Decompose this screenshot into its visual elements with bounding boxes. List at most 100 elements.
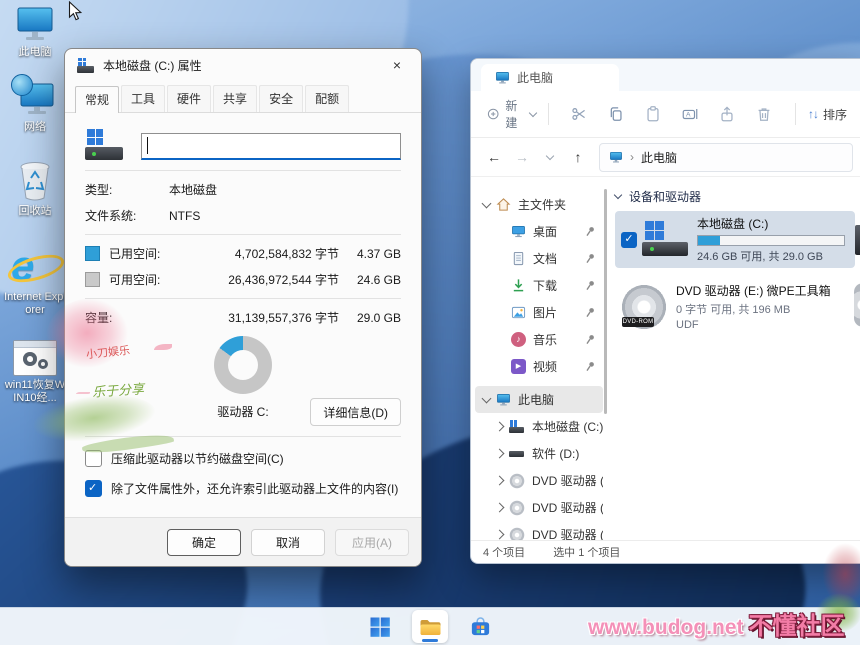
desktop-icon-win11-restore[interactable]: win11恢复WIN10经... — [4, 340, 66, 405]
sidebar-item-pictures[interactable]: 图片 — [475, 299, 603, 326]
sort-button-label: 排序 — [823, 106, 847, 123]
drive-item-local-disk-c[interactable]: ✓ 本地磁盘 (C:) 24.6 GB 可用, 共 29.0 GB — [615, 211, 855, 268]
sidebar-item-label: 主文件夹 — [518, 196, 566, 213]
compress-checkbox[interactable] — [85, 450, 102, 467]
forward-button[interactable]: → — [509, 144, 535, 170]
sidebar-item-dvd-f[interactable]: DVD 驱动器 (F:) — [475, 494, 603, 521]
sidebar-item-desktop[interactable]: 桌面 — [475, 218, 603, 245]
explorer-tab-this-pc[interactable]: 此电脑 — [481, 64, 619, 91]
chevron-down-icon — [546, 151, 554, 159]
rename-button[interactable]: A — [672, 98, 709, 130]
back-button[interactable]: ← — [481, 144, 507, 170]
paste-button[interactable] — [635, 98, 672, 130]
desktop-icon-label: 网络 — [24, 121, 46, 134]
chevron-down-icon — [482, 198, 492, 208]
close-icon[interactable]: × — [379, 53, 415, 77]
start-button[interactable] — [362, 610, 398, 643]
sidebar-item-label: 视频 — [533, 358, 557, 375]
group-header-devices-drives[interactable]: 设备和驱动器 — [615, 187, 860, 205]
filesystem-label: 文件系统: — [85, 207, 169, 224]
used-space-swatch — [85, 246, 100, 261]
dvd-icon — [509, 473, 525, 489]
monitor-icon — [609, 151, 623, 163]
new-button[interactable]: 新建 — [487, 97, 536, 131]
gear-window-icon — [13, 340, 57, 376]
volume-label-input[interactable] — [141, 133, 401, 160]
sidebar-item-music[interactable]: ♪ 音乐 — [475, 326, 603, 353]
trash-icon — [755, 105, 773, 123]
drive-icon — [77, 58, 95, 73]
share-button[interactable] — [709, 98, 746, 130]
pin-icon[interactable] — [585, 226, 596, 237]
chevron-down-icon — [614, 190, 622, 198]
pin-icon[interactable] — [585, 307, 596, 318]
sidebar-item-dvd-e[interactable]: DVD 驱动器 (E:) — [475, 467, 603, 494]
pin-icon[interactable] — [585, 253, 596, 264]
svg-text:A: A — [686, 112, 691, 119]
sidebar-item-documents[interactable]: 文档 — [475, 245, 603, 272]
rename-icon: A — [681, 105, 699, 123]
drive-item-dvd-e[interactable]: DVD-ROM DVD 驱动器 (E:) 微PE工具箱 0 字节 可用, 共 1… — [615, 278, 855, 335]
tab-tools[interactable]: 工具 — [121, 85, 165, 112]
dvd-icon — [509, 500, 525, 516]
sort-button[interactable]: ↑↓ 排序 — [808, 106, 847, 123]
taskbar-file-explorer[interactable] — [412, 610, 448, 643]
sidebar-item-home[interactable]: 主文件夹 — [475, 191, 603, 218]
items-count: 4 个项目 — [483, 544, 525, 560]
tab-general[interactable]: 常规 — [75, 86, 119, 113]
up-button[interactable]: ↑ — [565, 144, 591, 170]
ok-button[interactable]: 确定 — [167, 529, 241, 556]
pictures-icon — [511, 305, 526, 320]
free-space-row: 可用空间: 26,436,972,544 字节 24.6 GB — [85, 271, 401, 288]
compress-checkbox-row[interactable]: 压缩此驱动器以节约磁盘空间(C) — [85, 450, 401, 467]
toolbar-divider — [548, 103, 549, 125]
cancel-button[interactable]: 取消 — [251, 529, 325, 556]
desktop-icon-recycle-bin[interactable]: 回收站 — [4, 160, 66, 218]
sidebar-item-label: 下载 — [533, 277, 557, 294]
divider — [85, 298, 401, 299]
index-checkbox[interactable] — [85, 480, 102, 497]
explorer-toolbar: 新建 A — [471, 91, 860, 138]
plus-circle-icon — [487, 106, 499, 122]
details-button[interactable]: 详细信息(D) — [310, 398, 401, 426]
delete-button[interactable] — [746, 98, 783, 130]
pin-icon[interactable] — [585, 334, 596, 345]
desktop-icon-label: 回收站 — [19, 205, 52, 218]
paste-icon — [644, 105, 662, 123]
tab-sharing[interactable]: 共享 — [213, 85, 257, 112]
sidebar-item-label: 音乐 — [533, 331, 557, 348]
taskbar-microsoft-store[interactable] — [462, 610, 498, 643]
sidebar-item-downloads[interactable]: 下载 — [475, 272, 603, 299]
sidebar-item-this-pc[interactable]: 此电脑 — [475, 386, 603, 413]
filesystem-value: NTFS — [169, 209, 200, 223]
item-checkbox[interactable]: ✓ — [621, 232, 637, 248]
recent-locations-button[interactable] — [537, 144, 563, 170]
desktop-icon-label: Internet Explorer — [4, 291, 66, 317]
new-button-label: 新建 — [505, 97, 524, 131]
recycle-bin-glyph — [15, 160, 55, 202]
pin-icon[interactable] — [585, 361, 596, 372]
sidebar-item-local-disk-c[interactable]: 本地磁盘 (C:) — [475, 413, 603, 440]
explorer-content: 设备和驱动器 ✓ 本地磁盘 (C:) 24.6 GB 可用, 共 29.0 GB — [607, 177, 860, 540]
free-space-label: 可用空间: — [109, 271, 171, 288]
sidebar-item-dvd-clipped[interactable]: DVD 驱动器 (F:) — [475, 521, 603, 540]
cut-button[interactable] — [561, 98, 598, 130]
desktop-icon-label: 此电脑 — [19, 46, 52, 59]
tab-quota[interactable]: 配额 — [305, 85, 349, 112]
tab-security[interactable]: 安全 — [259, 85, 303, 112]
sidebar-item-disk-d[interactable]: 软件 (D:) — [475, 440, 603, 467]
desktop-icon-network[interactable]: 网络 — [4, 78, 66, 134]
desktop-icon-internet-explorer[interactable]: e Internet Explorer — [4, 246, 66, 317]
apply-button[interactable]: 应用(A) — [335, 529, 409, 556]
sidebar-item-videos[interactable]: ▶ 视频 — [475, 353, 603, 380]
breadcrumb[interactable]: › 此电脑 — [599, 143, 853, 172]
dvd-rom-label: DVD-ROM — [622, 317, 654, 327]
sidebar-item-label: 图片 — [533, 304, 557, 321]
copy-button[interactable] — [598, 98, 635, 130]
tab-hardware[interactable]: 硬件 — [167, 85, 211, 112]
pin-icon[interactable] — [585, 280, 596, 291]
index-checkbox-row[interactable]: 除了文件属性外，还允许索引此驱动器上文件的内容(I) — [85, 480, 401, 497]
desktop-icon-this-pc[interactable]: 此电脑 — [4, 6, 66, 59]
chevron-right-icon — [495, 503, 505, 513]
sidebar-item-label: 桌面 — [533, 223, 557, 240]
